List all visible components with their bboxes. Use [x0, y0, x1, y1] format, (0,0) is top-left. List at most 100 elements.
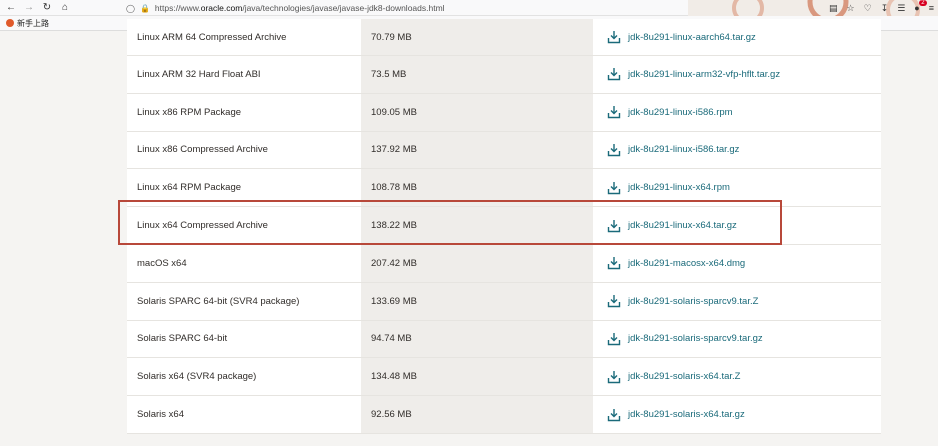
download-link[interactable]: jdk-8u291-linux-i586.tar.gz — [628, 144, 739, 155]
back-arrow-icon[interactable]: ← — [4, 1, 18, 15]
table-row: Linux ARM 64 Compressed Archive 70.79 MB… — [127, 19, 881, 56]
pocket-icon[interactable]: ♡ — [864, 3, 872, 14]
size-cell: 92.56 MB — [361, 396, 593, 433]
reader-view-icon[interactable]: ▤ — [829, 3, 838, 14]
product-name: Solaris SPARC 64-bit — [137, 333, 228, 345]
size-cell: 109.05 MB — [361, 93, 593, 131]
download-icon[interactable] — [607, 143, 621, 157]
download-icon[interactable] — [607, 370, 621, 384]
download-icon[interactable] — [607, 294, 621, 308]
product-cell: Solaris SPARC 64-bit — [127, 320, 361, 358]
download-link[interactable]: jdk-8u291-linux-i586.rpm — [628, 107, 733, 118]
reload-icon[interactable]: ↻ — [40, 1, 54, 15]
size-cell: 207.42 MB — [361, 244, 593, 282]
shield-icon[interactable]: ◯ — [126, 4, 135, 13]
download-icon[interactable] — [607, 332, 621, 346]
file-size: 134.48 MB — [371, 371, 417, 383]
product-cell: macOS x64 — [127, 244, 361, 282]
size-cell: 138.22 MB — [361, 207, 593, 244]
download-cell[interactable]: jdk-8u291-linux-aarch64.tar.gz — [593, 19, 881, 55]
download-icon[interactable] — [607, 30, 621, 44]
file-size: 138.22 MB — [371, 220, 417, 232]
product-cell: Linux x64 RPM Package — [127, 169, 361, 207]
product-cell: Solaris SPARC 64-bit (SVR4 package) — [127, 282, 361, 320]
product-name: Linux x86 Compressed Archive — [137, 144, 268, 156]
download-cell[interactable]: jdk-8u291-solaris-x64.tar.gz — [593, 396, 881, 433]
product-cell: Solaris x64 (SVR4 package) — [127, 358, 361, 396]
product-cell: Linux x86 Compressed Archive — [127, 131, 361, 169]
size-cell: 134.48 MB — [361, 358, 593, 396]
menu-icon[interactable]: ≡ — [929, 3, 934, 13]
size-cell: 73.5 MB — [361, 56, 593, 93]
download-cell[interactable]: jdk-8u291-macosx-x64.dmg — [593, 244, 881, 282]
download-link[interactable]: jdk-8u291-macosx-x64.dmg — [628, 258, 745, 269]
size-cell: 108.78 MB — [361, 169, 593, 207]
url-host: oracle.com — [200, 3, 243, 13]
product-cell: Linux x64 Compressed Archive — [127, 207, 361, 244]
product-name: Linux x64 RPM Package — [137, 182, 242, 194]
table-row: Linux x64 RPM Package 108.78 MB jdk-8u29… — [127, 169, 881, 208]
download-icon[interactable] — [607, 408, 621, 422]
product-name: Linux ARM 32 Hard Float ABI — [137, 68, 261, 80]
download-link[interactable]: jdk-8u291-solaris-sparcv9.tar.Z — [628, 296, 758, 307]
file-size: 73.5 MB — [371, 68, 407, 80]
download-cell[interactable]: jdk-8u291-linux-x64.tar.gz — [593, 207, 881, 244]
downloads-table: Linux ARM 64 Compressed Archive 70.79 MB… — [127, 19, 881, 434]
size-cell: 137.92 MB — [361, 131, 593, 169]
file-size: 92.56 MB — [371, 409, 412, 421]
extension-icon[interactable]: ● 2 — [914, 0, 927, 13]
download-cell[interactable]: jdk-8u291-linux-arm32-vfp-hflt.tar.gz — [593, 56, 881, 93]
file-size: 109.05 MB — [371, 106, 417, 118]
product-cell: Linux ARM 64 Compressed Archive — [127, 19, 361, 55]
home-icon[interactable]: ⌂ — [58, 1, 72, 15]
notification-badge: 2 — [919, 0, 927, 6]
download-link[interactable]: jdk-8u291-linux-x64.tar.gz — [628, 220, 737, 231]
download-link[interactable]: jdk-8u291-solaris-x64.tar.gz — [628, 409, 745, 420]
table-row: macOS x64 207.42 MB jdk-8u291-macosx-x64… — [127, 244, 881, 283]
download-link[interactable]: jdk-8u291-solaris-x64.tar.Z — [628, 371, 740, 382]
product-name: Solaris x64 (SVR4 package) — [137, 371, 257, 383]
download-cell[interactable]: jdk-8u291-linux-i586.rpm — [593, 93, 881, 131]
product-name: Linux ARM 64 Compressed Archive — [137, 31, 287, 43]
table-row: Solaris SPARC 64-bit (SVR4 package) 133.… — [127, 282, 881, 321]
lock-icon[interactable]: 🔒 — [140, 4, 150, 13]
forward-arrow-icon[interactable]: → — [22, 1, 36, 15]
download-icon[interactable] — [607, 105, 621, 119]
download-cell[interactable]: jdk-8u291-solaris-sparcv9.tar.gz — [593, 320, 881, 358]
product-name: Linux x64 Compressed Archive — [137, 220, 268, 232]
bookmark-getting-started[interactable]: 新手上路 — [17, 18, 49, 29]
table-row: Linux x86 RPM Package 109.05 MB jdk-8u29… — [127, 93, 881, 132]
table-row: Solaris x64 (SVR4 package) 134.48 MB jdk… — [127, 358, 881, 397]
url-prefix: https://www. — [154, 3, 201, 13]
download-icon[interactable] — [607, 181, 621, 195]
library-icon[interactable]: ☰ — [897, 3, 905, 14]
product-name: macOS x64 — [137, 257, 187, 269]
download-icon[interactable] — [607, 67, 621, 81]
file-size: 94.74 MB — [371, 333, 412, 345]
download-cell[interactable]: jdk-8u291-solaris-sparcv9.tar.Z — [593, 282, 881, 320]
download-link[interactable]: jdk-8u291-linux-aarch64.tar.gz — [628, 32, 756, 43]
download-icon[interactable] — [607, 256, 621, 270]
table-row: Solaris x64 92.56 MB jdk-8u291-solaris-x… — [127, 396, 881, 434]
product-cell: Solaris x64 — [127, 396, 361, 433]
download-link[interactable]: jdk-8u291-linux-arm32-vfp-hflt.tar.gz — [628, 69, 780, 80]
table-row: Solaris SPARC 64-bit 94.74 MB jdk-8u291-… — [127, 320, 881, 359]
table-row: Linux ARM 32 Hard Float ABI 73.5 MB jdk-… — [127, 56, 881, 94]
download-cell[interactable]: jdk-8u291-solaris-x64.tar.Z — [593, 358, 881, 396]
file-size: 108.78 MB — [371, 182, 417, 194]
product-cell: Linux x86 RPM Package — [127, 93, 361, 131]
download-icon[interactable] — [607, 219, 621, 233]
download-link[interactable]: jdk-8u291-linux-x64.rpm — [628, 182, 730, 193]
download-cell[interactable]: jdk-8u291-linux-x64.rpm — [593, 169, 881, 207]
browser-toolbar: ← → ↻ ⌂ ◯ 🔒 https://www. oracle.com/java/… — [0, 0, 938, 16]
download-icon[interactable]: ↧ — [881, 3, 889, 14]
table-row: Linux x86 Compressed Archive 137.92 MB j… — [127, 131, 881, 170]
download-link[interactable]: jdk-8u291-solaris-sparcv9.tar.gz — [628, 333, 763, 344]
url-path: /java/technologies/javase/javase-jdk8-do… — [242, 3, 445, 13]
bookmark-star-icon[interactable]: ☆ — [847, 3, 855, 14]
file-size: 207.42 MB — [371, 257, 417, 269]
file-size: 133.69 MB — [371, 295, 417, 307]
size-cell: 70.79 MB — [361, 19, 593, 55]
download-cell[interactable]: jdk-8u291-linux-i586.tar.gz — [593, 131, 881, 169]
address-bar[interactable]: ◯ 🔒 https://www. oracle.com/java/technolo… — [126, 1, 790, 15]
